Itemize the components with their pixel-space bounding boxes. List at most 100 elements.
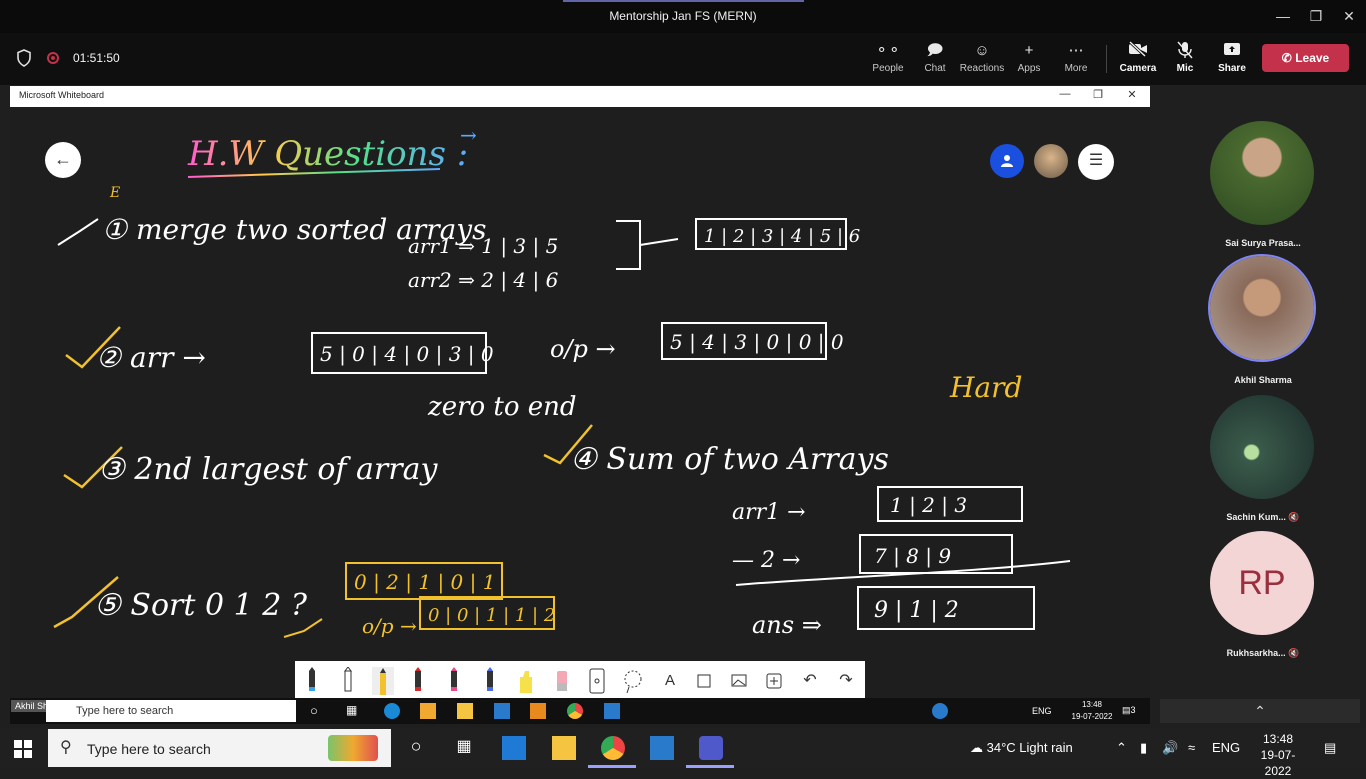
ellipsis-icon: ⋯ bbox=[1068, 42, 1084, 59]
insert-icon[interactable] bbox=[763, 667, 785, 695]
ink-q4-arr1-label: arr1 → bbox=[732, 500, 806, 525]
chat-button[interactable]: 🗩 Chat bbox=[912, 41, 958, 74]
taskbar-clock[interactable]: 13:48 19-07-2022 bbox=[1250, 731, 1306, 779]
ink-q2-caption: zero to end bbox=[427, 392, 577, 422]
ink-arr1: arr1 ⇒ 1 | 3 | 5 bbox=[408, 234, 558, 259]
minimize-button[interactable]: — bbox=[1268, 4, 1298, 28]
taskbar-search-box[interactable]: ⚲ Type here to search bbox=[48, 729, 391, 767]
cortana-icon[interactable]: ○ bbox=[404, 736, 428, 760]
white-pen-icon[interactable] bbox=[337, 667, 359, 695]
leave-button[interactable]: ✆ Leave bbox=[1262, 44, 1349, 72]
weather-widget[interactable]: ☁ 34°C Light rain bbox=[970, 740, 1073, 756]
sublime-icon[interactable] bbox=[530, 703, 546, 719]
vscode-icon[interactable] bbox=[494, 703, 510, 719]
camera-button[interactable]: Camera bbox=[1115, 40, 1161, 74]
red-pen-icon[interactable] bbox=[407, 667, 429, 695]
notification-center-icon[interactable]: ▤ bbox=[1324, 740, 1336, 756]
windows-start-icon[interactable] bbox=[14, 740, 32, 758]
chrome-icon[interactable] bbox=[601, 736, 625, 760]
highlighter-icon[interactable] bbox=[515, 667, 537, 695]
edge-icon[interactable] bbox=[384, 703, 400, 719]
close-button[interactable]: ✕ bbox=[1334, 4, 1364, 28]
ink-q4: ④ Sum of two Arrays bbox=[570, 442, 889, 477]
rain-cloud-icon: ☁ bbox=[970, 740, 983, 755]
eraser-icon[interactable] bbox=[551, 667, 573, 695]
wb-maximize-button[interactable]: ❐ bbox=[1088, 88, 1108, 101]
whiteboard-window: Microsoft Whiteboard — ❐ ✕ ← ☰ E H.W Que… bbox=[10, 86, 1150, 698]
note-icon[interactable] bbox=[693, 667, 715, 695]
help-icon[interactable] bbox=[932, 703, 948, 719]
folder-icon[interactable] bbox=[457, 703, 473, 719]
participant-initials-avatar[interactable]: RP bbox=[1210, 531, 1314, 635]
participant-avatar[interactable] bbox=[1210, 121, 1314, 225]
ink-q1-output: 1 | 2 | 3 | 4 | 5 | 6 bbox=[704, 226, 860, 247]
image-icon[interactable] bbox=[728, 667, 750, 695]
participant-avatar-speaking[interactable] bbox=[1210, 256, 1314, 360]
wifi-icon[interactable]: ≈ bbox=[1188, 740, 1195, 755]
ink-hard-label: Hard bbox=[949, 371, 1022, 404]
task-view-icon[interactable]: ▦ bbox=[346, 703, 362, 719]
ink-heading: H.W Questions : bbox=[187, 134, 468, 174]
task-view-icon[interactable]: ▦ bbox=[452, 736, 476, 760]
black-pen-icon[interactable] bbox=[301, 667, 323, 695]
mic-button[interactable]: Mic bbox=[1162, 41, 1208, 74]
people-icon: ⚬⚬ bbox=[875, 42, 901, 59]
wb-minimize-button[interactable]: — bbox=[1055, 88, 1075, 100]
people-button[interactable]: ⚬⚬ People bbox=[865, 41, 911, 74]
more-button[interactable]: ⋯ More bbox=[1053, 41, 1099, 74]
undo-icon[interactable]: ↶ bbox=[799, 667, 821, 695]
chrome-icon[interactable] bbox=[567, 703, 583, 719]
reactions-button[interactable]: ☺ Reactions bbox=[959, 41, 1005, 74]
plus-icon: + bbox=[1024, 42, 1034, 59]
vscode-icon[interactable] bbox=[650, 736, 674, 760]
shared-screen-taskbar: Akhil Sharma Type here to search ○ ▦ ENG… bbox=[10, 698, 1150, 724]
shared-search-placeholder: Type here to search bbox=[76, 705, 174, 717]
ink-q2: ② arr → bbox=[96, 341, 206, 374]
phone-icon: ✆ bbox=[1281, 51, 1292, 65]
teams-icon[interactable] bbox=[699, 736, 723, 760]
yellow-pen-icon[interactable] bbox=[372, 667, 394, 695]
mail-icon[interactable] bbox=[604, 703, 620, 719]
ink-mark-e: E bbox=[109, 185, 120, 201]
ink-q5-input: 0 | 2 | 1 | 0 | 1 bbox=[354, 570, 495, 595]
rainbow-pen-icon[interactable] bbox=[443, 667, 465, 695]
redo-icon[interactable]: ↷ bbox=[835, 667, 857, 695]
meeting-control-bar: 01:51:50 ⚬⚬ People 🗩 Chat ☺ Reactions + … bbox=[0, 33, 1366, 85]
ink-arr2: arr2 ⇒ 2 | 4 | 6 bbox=[408, 268, 559, 293]
chevron-up-icon[interactable]: ⌃ bbox=[1160, 699, 1360, 723]
battery-icon[interactable]: ▮ bbox=[1140, 740, 1147, 756]
store-icon[interactable] bbox=[420, 703, 436, 719]
participant-name: Akhil Sharma bbox=[1234, 375, 1292, 385]
ink-q4-arr1-values: 1 | 2 | 3 bbox=[890, 493, 967, 518]
shared-lang: ENG bbox=[1032, 706, 1052, 716]
mic-off-icon: 🔇 bbox=[1288, 648, 1300, 658]
galaxy-pen-icon[interactable] bbox=[479, 667, 501, 695]
taskbar-lang[interactable]: ENG bbox=[1212, 740, 1240, 755]
mic-off-icon bbox=[1162, 41, 1208, 61]
meeting-title: Mentorship Jan FS (MERN) bbox=[609, 9, 757, 23]
text-icon[interactable]: A bbox=[659, 667, 681, 695]
notification-icon[interactable]: ▤3 bbox=[1122, 705, 1136, 716]
ink-arrow: → bbox=[460, 123, 477, 147]
search-icon: ⚲ bbox=[60, 739, 72, 756]
maximize-button[interactable]: ❐ bbox=[1301, 4, 1331, 28]
shared-search-box[interactable]: Type here to search bbox=[46, 700, 296, 722]
taskbar-search-placeholder: Type here to search bbox=[87, 741, 211, 757]
participant-name: Sai Surya Prasa... bbox=[1225, 238, 1301, 248]
cortana-icon[interactable]: ○ bbox=[310, 703, 326, 719]
whiteboard-canvas[interactable]: ← ☰ E H.W Questions : → ① merge two sort… bbox=[10, 107, 1150, 698]
folder-icon[interactable] bbox=[552, 736, 576, 760]
wb-close-button[interactable]: ✕ bbox=[1122, 88, 1142, 101]
apps-button[interactable]: + Apps bbox=[1006, 41, 1052, 74]
participants-panel: Sai Surya Prasa... Akhil Sharma Sachin K… bbox=[1160, 86, 1366, 696]
tray-chevron-up-icon[interactable]: ⌃ bbox=[1116, 740, 1127, 756]
windows-taskbar: ⚲ Type here to search ○ ▦ ☁ 34°C Light r… bbox=[0, 728, 1366, 778]
participant-avatar[interactable] bbox=[1210, 395, 1314, 499]
app-icon[interactable] bbox=[502, 736, 526, 760]
mic-off-icon: 🔇 bbox=[1288, 512, 1300, 522]
active-indicator bbox=[563, 0, 804, 2]
ruler-icon[interactable] bbox=[586, 667, 608, 695]
share-button[interactable]: Share bbox=[1209, 41, 1255, 74]
lasso-icon[interactable] bbox=[622, 667, 644, 695]
volume-icon[interactable]: 🔊 bbox=[1162, 740, 1178, 756]
